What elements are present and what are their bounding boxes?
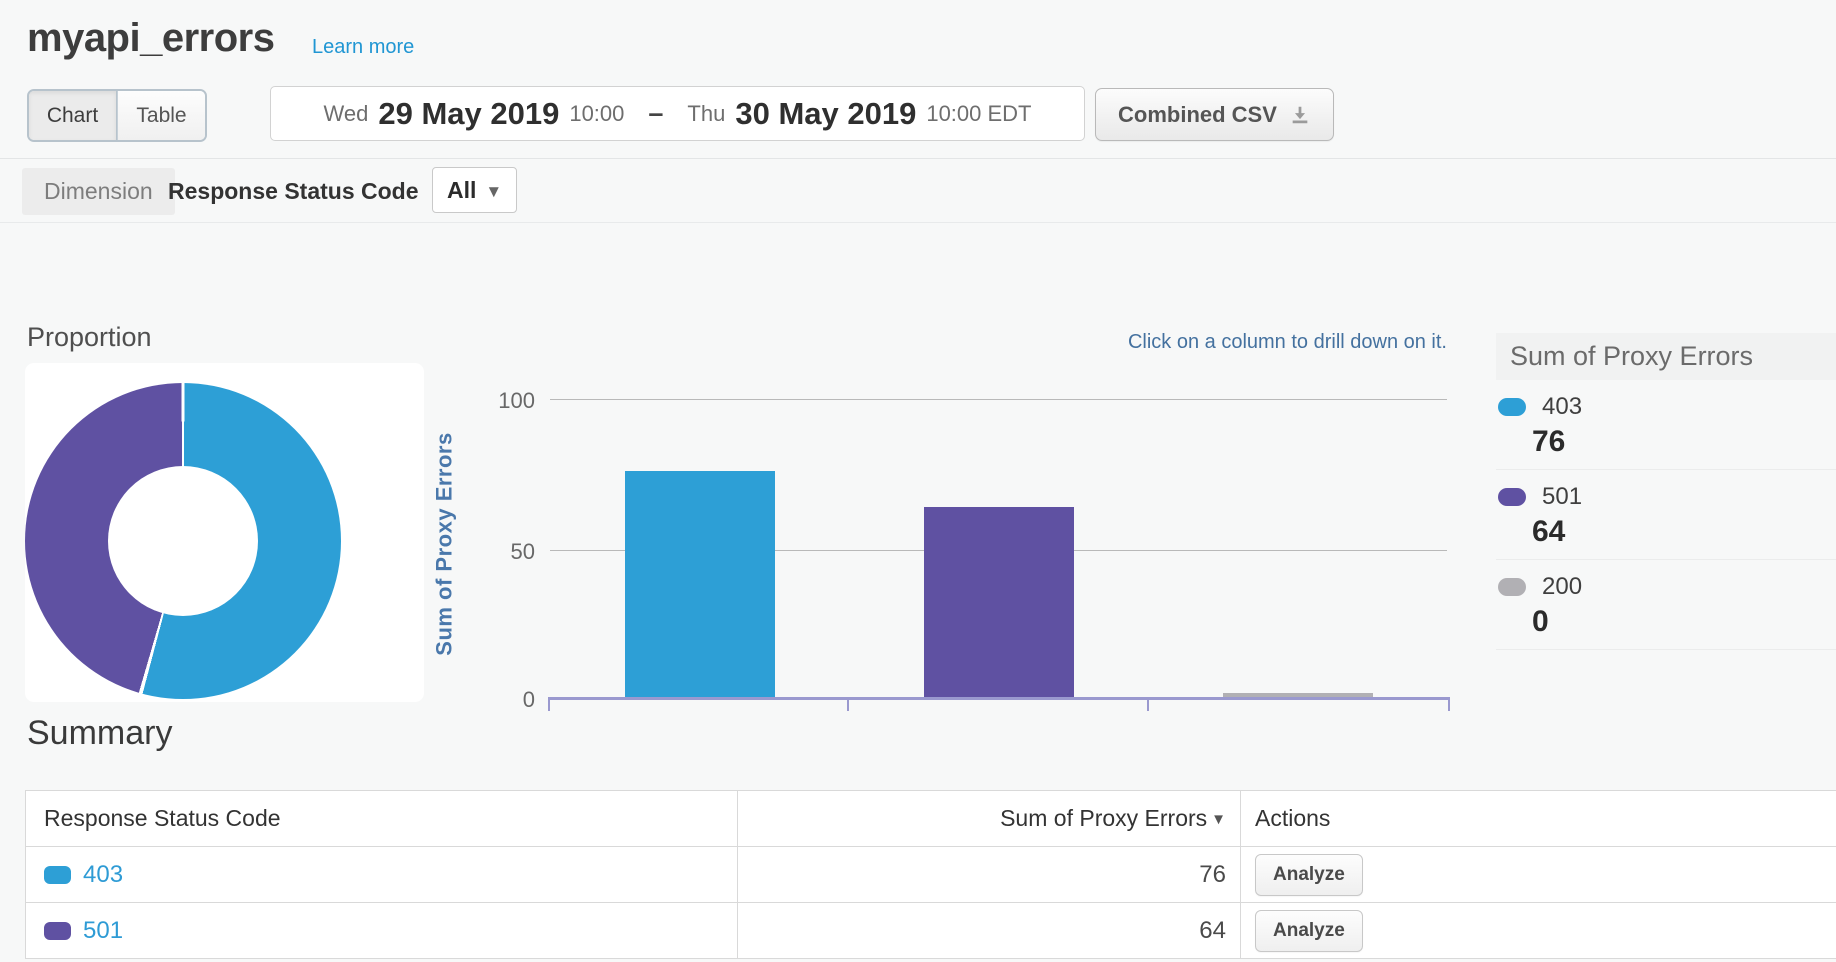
proportion-title: Proportion: [27, 322, 152, 353]
dimension-name: Response Status Code: [168, 178, 419, 205]
legend-swatch-501: [1498, 488, 1526, 506]
dimension-chip: Dimension: [22, 168, 175, 215]
legend-title: Sum of Proxy Errors: [1496, 333, 1836, 380]
dimension-filter-value: All: [447, 177, 476, 204]
x-axis-tick: [1147, 699, 1149, 711]
date-range-picker[interactable]: Wed 29 May 2019 10:00 – Thu 30 May 2019 …: [270, 86, 1085, 141]
legend-swatch-403: [1498, 398, 1526, 416]
start-time: 10:00: [569, 101, 624, 127]
col-header-actions: Actions: [1255, 805, 1330, 832]
bar-501[interactable]: [924, 507, 1074, 699]
legend-item-501: 501 64: [1496, 470, 1836, 560]
legend-label: 200: [1542, 573, 1582, 601]
table-row-403: 403 76 Analyze: [26, 846, 1836, 902]
summary-table: Response Status Code Sum of Proxy Errors…: [25, 790, 1836, 959]
table-row-501: 501 64 Analyze: [26, 902, 1836, 958]
legend-item-200: 200 0: [1496, 560, 1836, 650]
row-swatch-403: [44, 866, 71, 884]
download-icon: [1289, 104, 1311, 126]
legend-panel: Sum of Proxy Errors 403 76 501 64 200 0: [1496, 333, 1836, 650]
start-date: 29 May 2019: [378, 96, 559, 132]
chart-table-toggle: Chart Table: [27, 89, 207, 142]
combined-csv-label: Combined CSV: [1118, 102, 1277, 128]
x-axis-tick: [548, 699, 550, 711]
row-link-501[interactable]: 501: [83, 917, 123, 945]
tab-chart[interactable]: Chart: [29, 91, 117, 140]
donut-hole: [108, 466, 258, 616]
bar-403[interactable]: [625, 471, 775, 699]
row-value: 64: [1199, 917, 1226, 945]
chevron-down-icon: ▼: [485, 179, 502, 202]
summary-title: Summary: [27, 714, 172, 753]
sort-desc-icon: ▼: [1211, 809, 1226, 828]
drilldown-note: Click on a column to drill down on it.: [947, 331, 1447, 354]
row-swatch-501: [44, 922, 71, 940]
end-time: 10:00 EDT: [926, 101, 1031, 127]
legend-label: 403: [1542, 393, 1582, 421]
legend-value: 64: [1532, 515, 1836, 549]
x-axis-tick: [847, 699, 849, 711]
combined-csv-button[interactable]: Combined CSV: [1095, 88, 1334, 141]
start-day: Wed: [324, 101, 369, 127]
learn-more-link[interactable]: Learn more: [312, 36, 414, 59]
col-header-sum-of-proxy-errors[interactable]: Sum of Proxy Errors ▼: [738, 791, 1241, 846]
x-axis-tick: [1448, 699, 1450, 711]
analyze-button-501[interactable]: Analyze: [1255, 910, 1363, 952]
dimension-filter-dropdown[interactable]: All ▼: [432, 167, 517, 213]
legend-item-403: 403 76: [1496, 380, 1836, 470]
row-value: 76: [1199, 861, 1226, 889]
toolbar-divider: [0, 158, 1836, 159]
table-header-row: Response Status Code Sum of Proxy Errors…: [26, 791, 1836, 846]
tab-table[interactable]: Table: [117, 91, 205, 140]
end-date: 30 May 2019: [735, 96, 916, 132]
x-axis-line: [548, 697, 1450, 700]
col-header-response-status-code: Response Status Code: [44, 805, 281, 832]
report-page: myapi_errors Learn more Chart Table Wed …: [0, 0, 1836, 962]
end-day: Thu: [687, 101, 725, 127]
dimension-divider: [0, 222, 1836, 223]
legend-value: 0: [1532, 605, 1836, 639]
page-title: myapi_errors: [27, 16, 274, 61]
y-tick-50: 50: [465, 539, 535, 565]
legend-swatch-200: [1498, 578, 1526, 596]
row-link-403[interactable]: 403: [83, 861, 123, 889]
legend-label: 501: [1542, 483, 1582, 511]
y-tick-100: 100: [465, 388, 535, 414]
legend-value: 76: [1532, 425, 1836, 459]
y-tick-0: 0: [465, 687, 535, 713]
analyze-button-403[interactable]: Analyze: [1255, 854, 1363, 896]
gridline-100: [550, 399, 1447, 400]
date-range-separator: –: [648, 98, 663, 129]
